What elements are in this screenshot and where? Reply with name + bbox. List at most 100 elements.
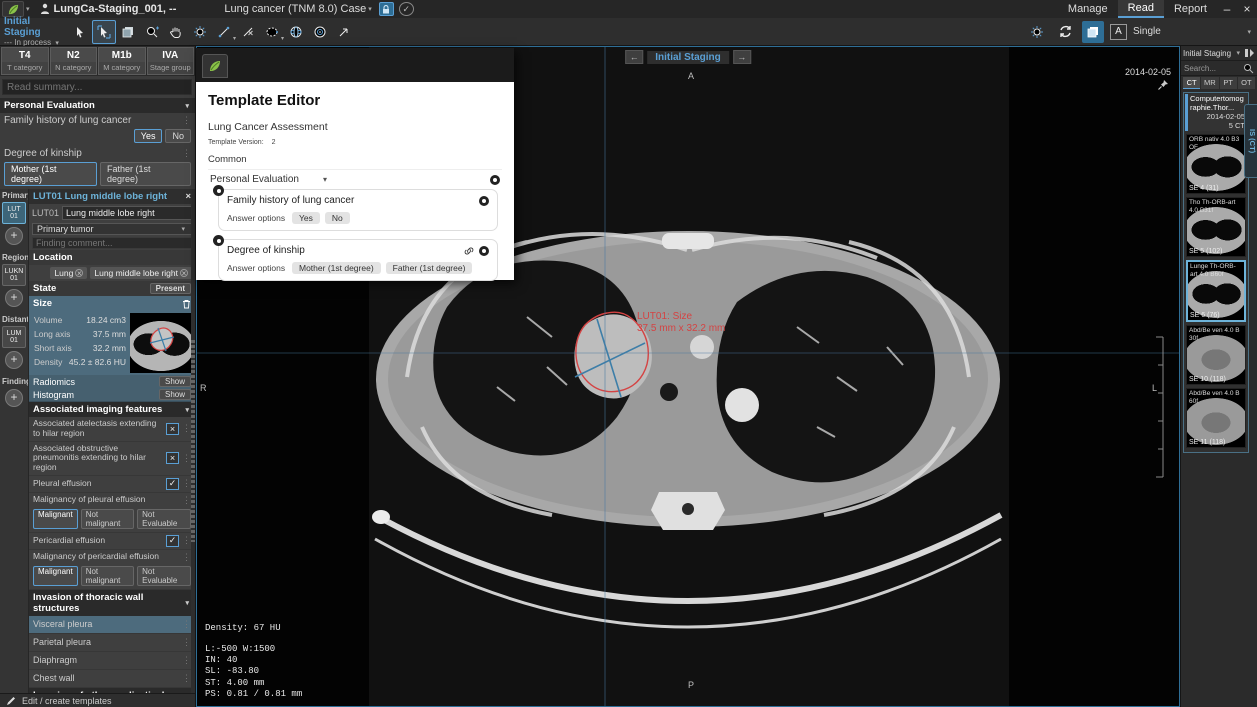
list-item-chest-wall[interactable]: Chest wall⋮: [29, 670, 195, 688]
answer-chip[interactable]: No: [325, 212, 350, 224]
confirm-check-icon[interactable]: ✓: [399, 2, 414, 16]
pin-icon[interactable]: [1157, 79, 1169, 91]
series-search[interactable]: Search...: [1181, 61, 1257, 76]
kebab-menu-icon[interactable]: ⋮: [182, 115, 191, 126]
tab-ct[interactable]: CT: [1183, 77, 1200, 89]
app-logo-leaf-icon[interactable]: [2, 1, 24, 17]
imaging-features-header[interactable]: Associated imaging features▾: [29, 402, 195, 417]
panel-scrollbar[interactable]: [191, 189, 195, 693]
window-level-tool-icon[interactable]: [188, 20, 212, 44]
arrow-annotation-tool-icon[interactable]: [332, 20, 356, 44]
target-tool-icon[interactable]: [308, 20, 332, 44]
finding-comment-input[interactable]: [32, 237, 192, 249]
question-card[interactable]: Family history of lung cancer Answer opt…: [218, 189, 498, 231]
checkbox-excluded[interactable]: ×: [166, 423, 179, 435]
editor-titlebar[interactable]: [196, 48, 514, 82]
state-present-button[interactable]: Present: [150, 283, 191, 294]
lock-icon[interactable]: [379, 2, 394, 16]
stage-t[interactable]: T4 T category: [1, 47, 49, 75]
next-step-button[interactable]: →: [733, 50, 751, 64]
study-side-tab[interactable]: IS (CT): [1244, 104, 1257, 178]
series-thumbnail-selected[interactable]: Lunge Th-ORB-art 4.0 B60f SE 6 (76): [1186, 260, 1246, 322]
chevron-down-icon[interactable]: ▾: [323, 175, 327, 184]
pan-tool-icon[interactable]: [164, 20, 188, 44]
add-primary-button[interactable]: +: [5, 227, 23, 245]
checkbox-checked[interactable]: ✓: [166, 535, 179, 547]
invasion-thoracic-header[interactable]: Invasion of thoracic wall structures▾: [29, 590, 195, 616]
tab-report[interactable]: Report: [1164, 0, 1217, 18]
question-card[interactable]: Degree of kinship Answer options Mother …: [218, 239, 498, 281]
sync-icon[interactable]: [1054, 21, 1076, 43]
finding-type-select[interactable]: Primary tumor▾: [32, 223, 192, 235]
template-name[interactable]: Lung Cancer Assessment: [208, 121, 502, 133]
tab-ot[interactable]: OT: [1238, 77, 1255, 89]
finding-badge-lum01[interactable]: LUM 01: [2, 326, 26, 348]
kebab-menu-icon[interactable]: ⋮: [182, 453, 191, 464]
answer-chip[interactable]: Yes: [292, 212, 320, 224]
answer-chip[interactable]: Mother (1st degree): [292, 262, 381, 274]
remove-tag-icon[interactable]: ×: [75, 269, 83, 277]
kebab-menu-icon[interactable]: ⋮: [182, 478, 191, 489]
chevron-down-icon[interactable]: ▾: [26, 5, 30, 13]
not-evaluable-button[interactable]: Not Evaluable: [137, 509, 191, 529]
view-mode-select[interactable]: Single ▾: [1133, 26, 1253, 37]
link-icon[interactable]: [464, 246, 474, 256]
minimize-button[interactable]: –: [1217, 2, 1237, 16]
remove-tag-icon[interactable]: ×: [180, 269, 188, 277]
series-thumbnail[interactable]: Abd/Be ven 4.0 B 60f SE 11 (118): [1186, 388, 1246, 448]
mother-button[interactable]: Mother (1st degree): [4, 162, 97, 186]
list-item-parietal-pleura[interactable]: Parietal pleura⋮: [29, 634, 195, 652]
malignant-button[interactable]: Malignant: [33, 509, 78, 529]
group-header[interactable]: Personal Evaluation ▾: [210, 174, 500, 185]
kebab-menu-icon[interactable]: ⋮: [182, 148, 191, 159]
tab-read[interactable]: Read: [1118, 0, 1164, 18]
kebab-menu-icon[interactable]: ⋮: [182, 423, 191, 434]
question-options-icon[interactable]: [479, 246, 489, 256]
answer-chip[interactable]: Father (1st degree): [386, 262, 473, 274]
chevron-down-icon[interactable]: ▾: [368, 5, 372, 13]
kebab-menu-icon[interactable]: ⋮: [182, 495, 191, 506]
delete-measure-tool-icon[interactable]: [236, 20, 260, 44]
tab-pt[interactable]: PT: [1220, 77, 1237, 89]
study-card[interactable]: Computertomog raphie.Thor... 2014-02-05 …: [1183, 92, 1249, 453]
search-input[interactable]: Search...: [1184, 64, 1243, 73]
list-item-visceral-pleura[interactable]: Visceral pleura⋮: [29, 616, 195, 634]
drag-handle-icon[interactable]: [213, 235, 224, 246]
trash-icon[interactable]: [182, 299, 191, 309]
invasion-mediastinal-header[interactable]: Invasion of other mediastinal structures…: [29, 688, 195, 693]
histogram-show-button[interactable]: Show: [159, 389, 191, 400]
series-thumbnail[interactable]: ORB nativ 4.0 B3 OF SE 4 (31): [1186, 134, 1246, 194]
not-evaluable-button[interactable]: Not Evaluable: [137, 566, 191, 586]
finding-name-input[interactable]: [62, 206, 192, 220]
yes-button[interactable]: Yes: [134, 129, 163, 143]
add-distant-button[interactable]: +: [5, 351, 23, 369]
list-item-diaphragm[interactable]: Diaphragm⋮: [29, 652, 195, 670]
stage-group[interactable]: IVA Stage group: [147, 47, 195, 75]
roi-tool-icon[interactable]: ▾: [260, 20, 284, 44]
study-header[interactable]: Computertomog raphie.Thor... 2014-02-05 …: [1185, 94, 1247, 131]
tag-lung[interactable]: Lung×: [50, 267, 87, 279]
not-malignant-button[interactable]: Not malignant: [81, 509, 134, 529]
tab-mr[interactable]: MR: [1201, 77, 1218, 89]
kebab-menu-icon[interactable]: ⋮: [182, 552, 191, 563]
layout-a-button[interactable]: A: [1110, 24, 1127, 40]
series-workflow-select[interactable]: Initial Staging ▾: [1181, 46, 1257, 61]
lesion-thumbnail[interactable]: [130, 313, 192, 373]
no-button[interactable]: No: [165, 129, 191, 143]
stage-m[interactable]: M1b M category: [98, 47, 146, 75]
close-button[interactable]: ×: [1237, 2, 1257, 16]
not-malignant-button[interactable]: Not malignant: [81, 566, 134, 586]
layers-tool-icon[interactable]: [116, 20, 140, 44]
finding-badge-lut01[interactable]: LUT 01: [2, 202, 26, 224]
case-selector[interactable]: Lung cancer (TNM 8.0) Case: [224, 3, 366, 15]
kebab-menu-icon[interactable]: ⋮: [182, 535, 191, 546]
pointer-tool-icon[interactable]: [68, 20, 92, 44]
malignant-button[interactable]: Malignant: [33, 566, 78, 586]
question-options-icon[interactable]: [479, 196, 489, 206]
checkbox-excluded[interactable]: ×: [166, 452, 179, 464]
read-summary-input[interactable]: [2, 79, 192, 95]
measure-tool-icon[interactable]: ▾: [212, 20, 236, 44]
select-tool-icon[interactable]: [92, 20, 116, 44]
expand-panel-icon[interactable]: [1244, 48, 1255, 58]
father-button[interactable]: Father (1st degree): [100, 162, 191, 186]
